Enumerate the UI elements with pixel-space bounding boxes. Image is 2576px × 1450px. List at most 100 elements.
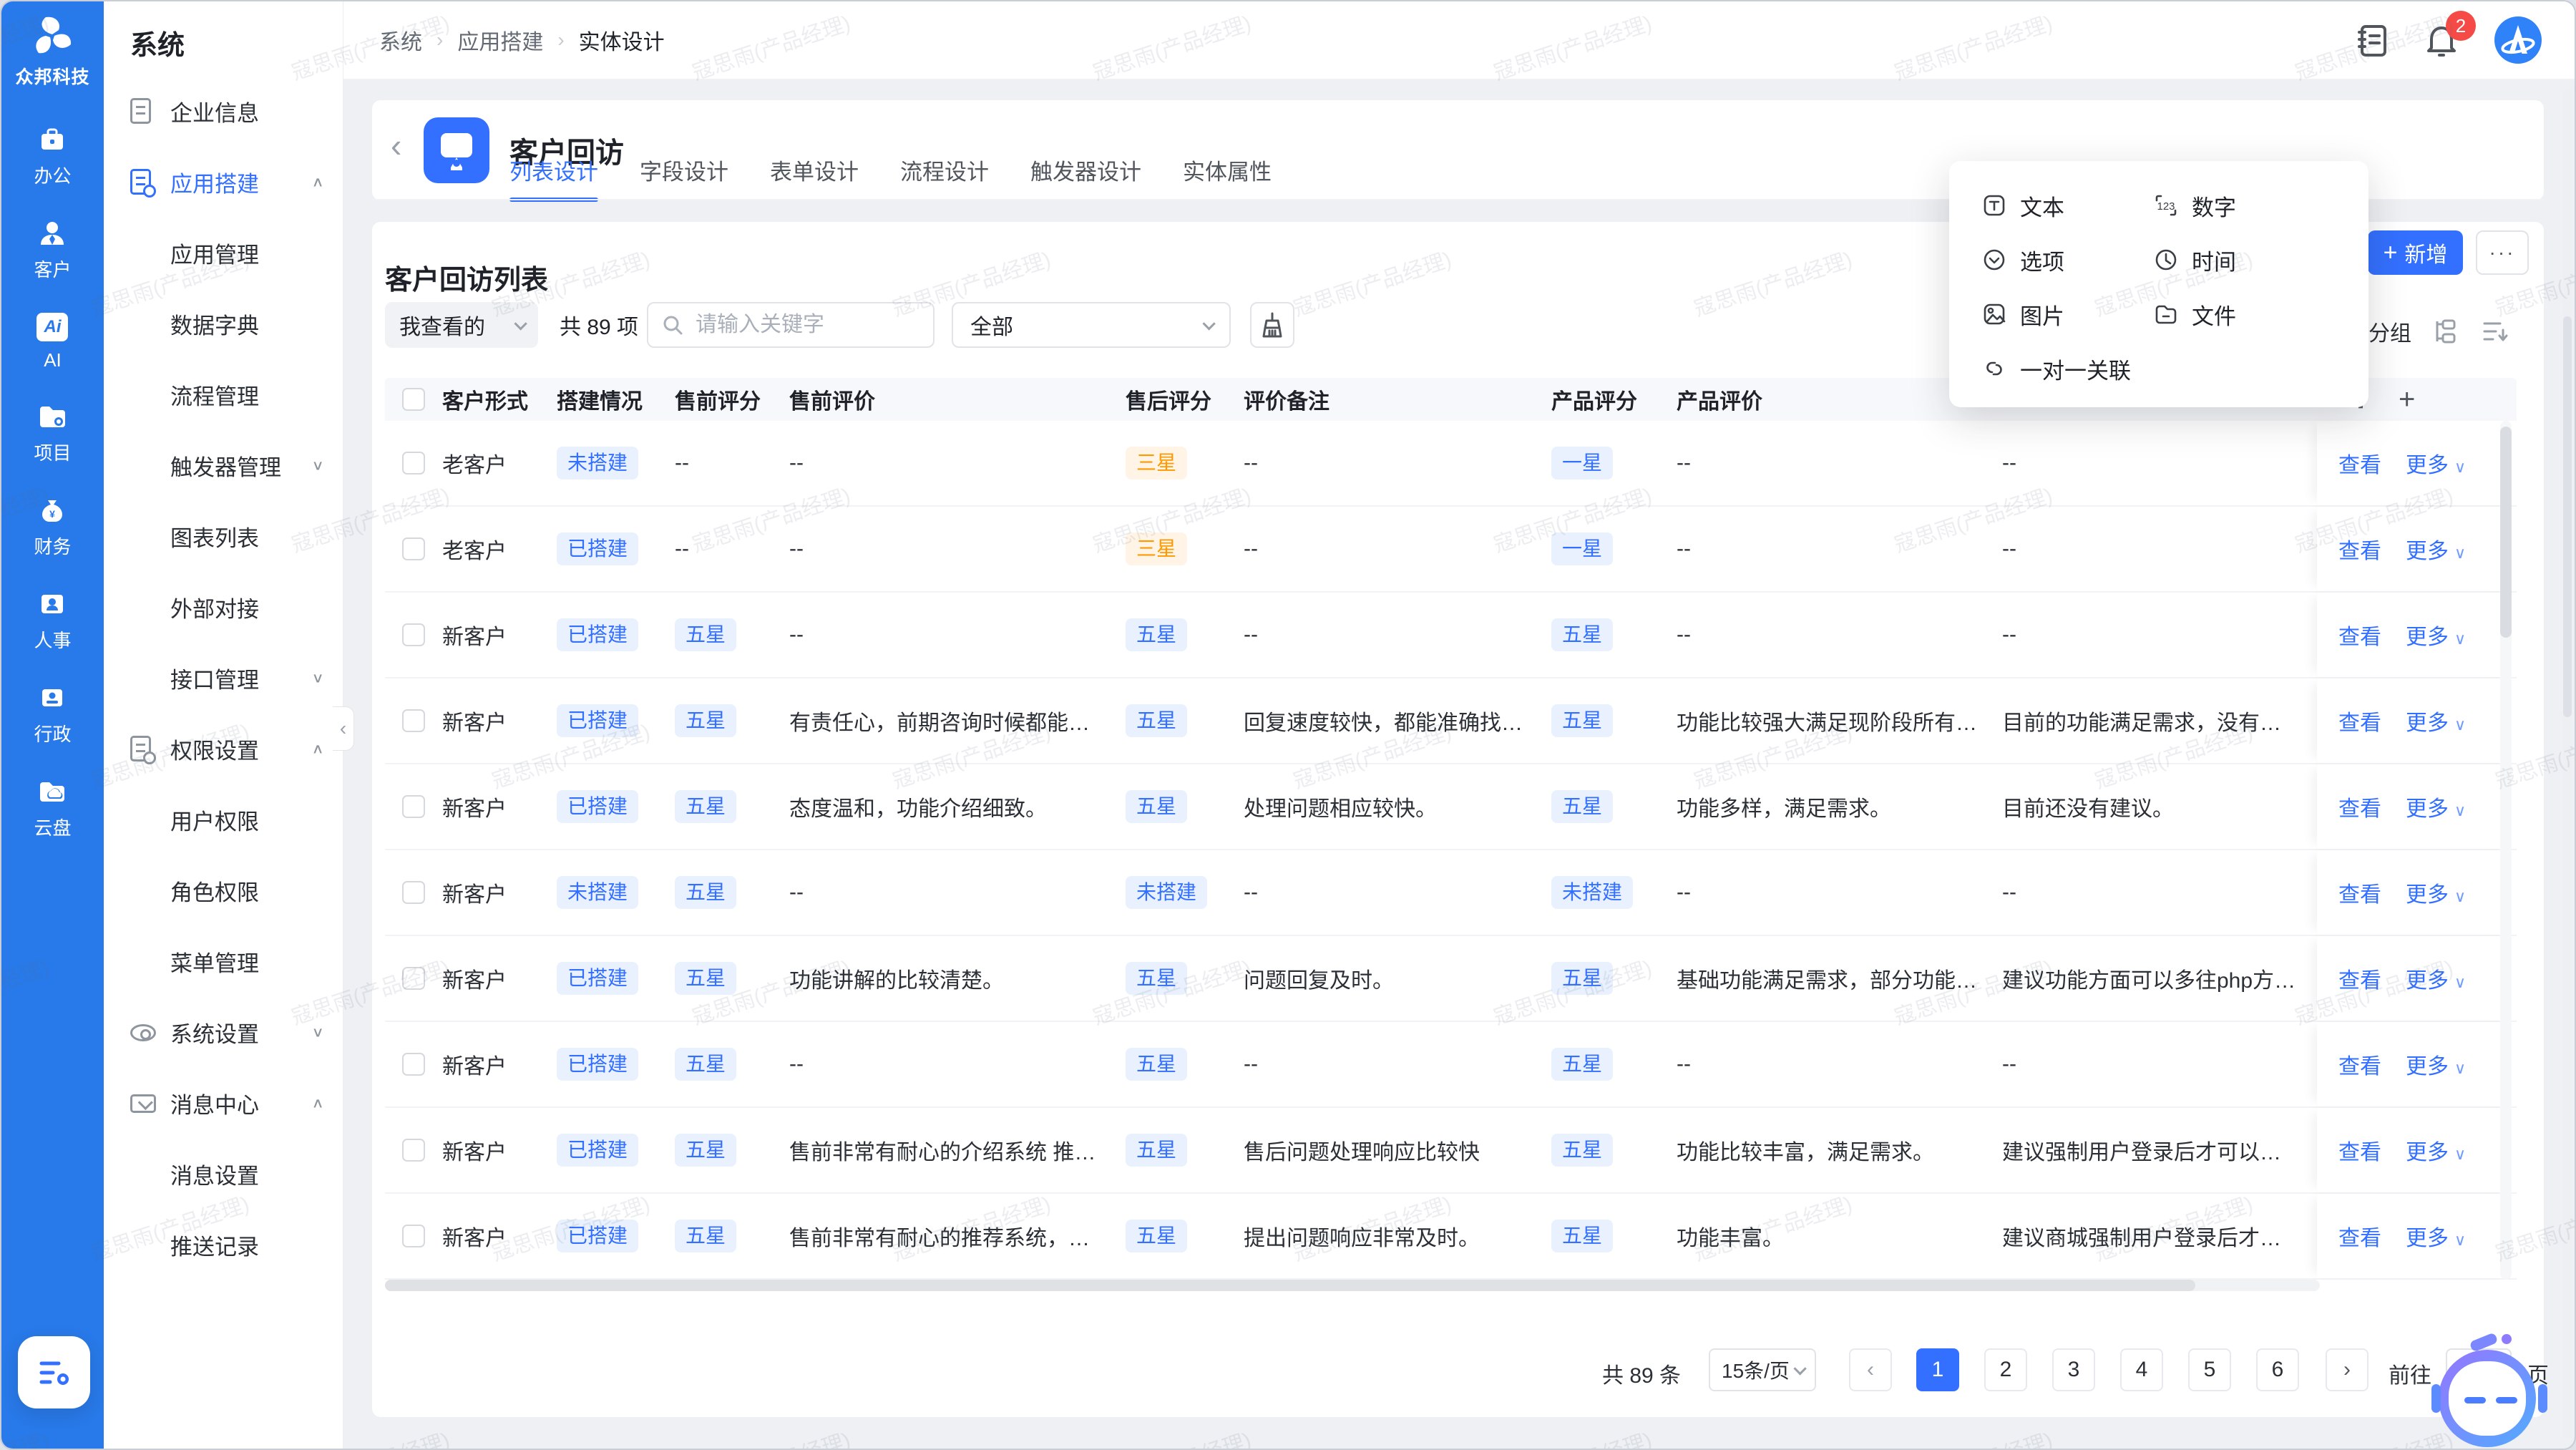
- rail-item-customer[interactable]: 客户: [34, 217, 71, 282]
- group-by-icon[interactable]: [2431, 317, 2460, 346]
- menu-item-number[interactable]: 123 数字: [2153, 178, 2368, 233]
- row-checkbox[interactable]: [402, 1053, 425, 1076]
- more-actions-button[interactable]: ···: [2476, 230, 2529, 275]
- assistant-robot-widget[interactable]: [2433, 1338, 2546, 1450]
- vertical-scrollbar-thumb[interactable]: [2500, 427, 2512, 638]
- sidebar-item[interactable]: 图表列表: [104, 501, 343, 572]
- view-link[interactable]: 查看: [2338, 447, 2381, 479]
- more-link[interactable]: 更多: [2406, 619, 2466, 651]
- page-button[interactable]: 6: [2256, 1348, 2299, 1391]
- page-size-select[interactable]: 15条/页: [1709, 1348, 1816, 1391]
- column-header[interactable]: 客户形式: [442, 384, 557, 415]
- entity-tab[interactable]: 列表设计: [509, 154, 598, 186]
- quick-settings-fab[interactable]: [18, 1336, 90, 1408]
- column-header[interactable]: 售前评分: [675, 384, 789, 415]
- back-chevron-icon[interactable]: ‹: [391, 126, 401, 165]
- more-link[interactable]: 更多: [2406, 533, 2466, 565]
- more-link[interactable]: 更多: [2406, 1048, 2466, 1080]
- menu-item-time[interactable]: 时间: [2153, 233, 2368, 287]
- view-link[interactable]: 查看: [2338, 619, 2381, 651]
- avatar[interactable]: [2494, 16, 2542, 64]
- more-link[interactable]: 更多: [2406, 1134, 2466, 1166]
- menu-item-text[interactable]: 文本: [1981, 178, 2153, 233]
- menu-item-one-to-one[interactable]: 一对一关联: [1981, 341, 2153, 396]
- sidebar-item[interactable]: 权限设置 ∧: [104, 714, 343, 784]
- row-checkbox[interactable]: [402, 623, 425, 646]
- rail-item-finance[interactable]: ¥ 财务: [34, 494, 71, 559]
- rail-item-hr[interactable]: 人事: [34, 588, 71, 653]
- page-button[interactable]: 5: [2188, 1348, 2231, 1391]
- sidebar-item[interactable]: 消息中心 ∧: [104, 1068, 343, 1139]
- clear-filter-button[interactable]: [1250, 302, 1294, 348]
- entity-tab[interactable]: 流程设计: [900, 154, 989, 186]
- column-header[interactable]: 售前评价: [789, 384, 1126, 415]
- menu-item-image[interactable]: 图片: [1981, 287, 2153, 341]
- sidebar-item[interactable]: 用户权限: [104, 784, 343, 855]
- more-link[interactable]: 更多: [2406, 705, 2466, 736]
- sidebar-item[interactable]: 企业信息: [104, 76, 343, 147]
- sidebar-item[interactable]: 系统设置 ∨: [104, 997, 343, 1068]
- entity-tab[interactable]: 表单设计: [770, 154, 859, 186]
- breadcrumb-item[interactable]: 系统: [379, 24, 422, 56]
- search-input[interactable]: [694, 312, 920, 338]
- rail-item-admin[interactable]: 行政: [34, 681, 71, 746]
- breadcrumb-item[interactable]: 应用搭建: [457, 24, 543, 56]
- sidebar-item[interactable]: 应用管理: [104, 218, 343, 288]
- category-filter-select[interactable]: 全部: [952, 302, 1231, 348]
- sidebar-item[interactable]: 角色权限: [104, 855, 343, 926]
- column-header[interactable]: 评价备注: [1244, 384, 1551, 415]
- more-link[interactable]: 更多: [2406, 877, 2466, 908]
- sidebar-item[interactable]: 消息设置: [104, 1139, 343, 1210]
- menu-item-file[interactable]: 文件: [2153, 287, 2368, 341]
- row-checkbox[interactable]: [402, 1139, 425, 1162]
- column-header[interactable]: 售后评分: [1126, 384, 1244, 415]
- next-page-button[interactable]: ›: [2326, 1348, 2368, 1391]
- rail-item-project[interactable]: 项目: [34, 400, 71, 465]
- page-button[interactable]: 2: [1984, 1348, 2027, 1391]
- notebook-icon[interactable]: [2356, 22, 2389, 58]
- page-button[interactable]: 4: [2120, 1348, 2163, 1391]
- view-link[interactable]: 查看: [2338, 705, 2381, 736]
- entity-tab[interactable]: 字段设计: [640, 154, 728, 186]
- page-button[interactable]: 1: [1916, 1348, 1959, 1391]
- sidebar-item[interactable]: 外部对接: [104, 572, 343, 643]
- more-link[interactable]: 更多: [2406, 963, 2466, 994]
- view-link[interactable]: 查看: [2338, 963, 2381, 994]
- more-link[interactable]: 更多: [2406, 447, 2466, 479]
- view-link[interactable]: 查看: [2338, 1220, 2381, 1252]
- sidebar-item[interactable]: 接口管理 ∨: [104, 643, 343, 714]
- rail-item-ai[interactable]: Ai AI: [34, 311, 71, 371]
- row-checkbox[interactable]: [402, 967, 425, 990]
- column-header[interactable]: 产品评分: [1551, 384, 1677, 415]
- page-scrollbar-thumb[interactable]: [2563, 316, 2572, 717]
- sidebar-item[interactable]: 应用搭建 ∧: [104, 147, 343, 218]
- row-checkbox[interactable]: [402, 709, 425, 732]
- sidebar-item[interactable]: 触发器管理 ∨: [104, 430, 343, 501]
- menu-item-option[interactable]: 选项: [1981, 233, 2153, 287]
- add-column-icon[interactable]: +: [2399, 384, 2415, 416]
- rail-item-clouddisk[interactable]: 云盘: [34, 775, 71, 840]
- row-checkbox[interactable]: [402, 1225, 425, 1247]
- notification-bell-icon[interactable]: 2: [2424, 22, 2459, 58]
- sidebar-item[interactable]: 菜单管理: [104, 926, 343, 997]
- rail-item-office[interactable]: 办公: [34, 123, 71, 188]
- sort-icon[interactable]: [2480, 317, 2510, 346]
- sidebar-item[interactable]: 数据字典: [104, 288, 343, 359]
- prev-page-button[interactable]: ‹: [1849, 1348, 1892, 1391]
- entity-tab[interactable]: 触发器设计: [1030, 154, 1141, 186]
- view-filter-select[interactable]: 我查看的: [385, 302, 538, 348]
- column-header[interactable]: 搭建情况: [557, 384, 675, 415]
- select-all-checkbox[interactable]: [402, 388, 425, 411]
- sidebar-item[interactable]: 推送记录: [104, 1210, 343, 1280]
- page-button[interactable]: 3: [2052, 1348, 2095, 1391]
- view-link[interactable]: 查看: [2338, 1134, 2381, 1166]
- view-link[interactable]: 查看: [2338, 791, 2381, 822]
- row-checkbox[interactable]: [402, 881, 425, 904]
- horizontal-scrollbar-thumb[interactable]: [385, 1280, 2195, 1291]
- row-checkbox[interactable]: [402, 537, 425, 560]
- view-link[interactable]: 查看: [2338, 1048, 2381, 1080]
- sidebar-item[interactable]: 流程管理: [104, 359, 343, 430]
- view-link[interactable]: 查看: [2338, 533, 2381, 565]
- more-link[interactable]: 更多: [2406, 1220, 2466, 1252]
- sidebar-collapse-handle[interactable]: ‹: [333, 706, 354, 751]
